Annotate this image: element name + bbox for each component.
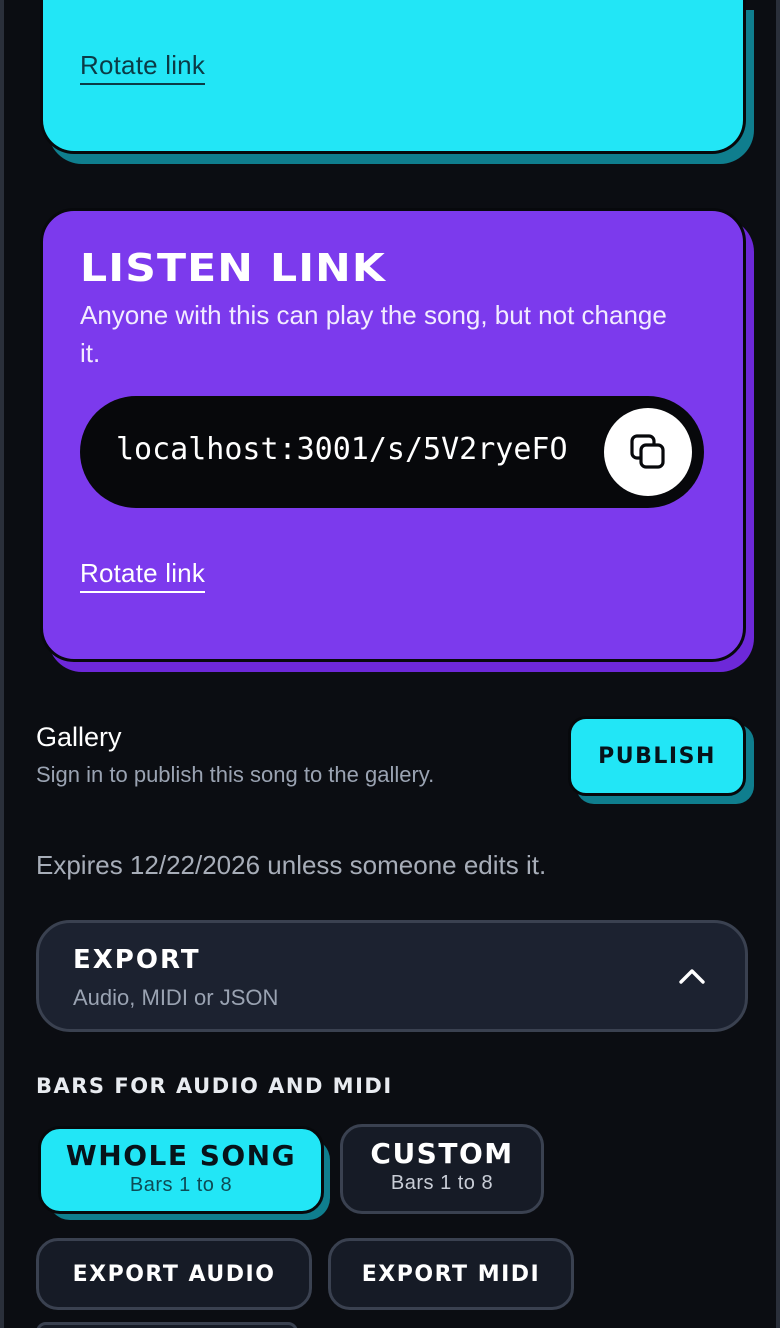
- gallery-title: Gallery: [36, 722, 122, 752]
- expiry-notice: Expires 12/22/2026 unless someone edits …: [36, 850, 547, 880]
- left-rail: [0, 0, 4, 1328]
- export-midi-button[interactable]: EXPORT MIDI: [328, 1238, 574, 1310]
- export-json-button-partial[interactable]: [36, 1322, 298, 1328]
- custom-label: CUSTOM: [370, 1137, 514, 1170]
- export-title: EXPORT: [73, 945, 201, 975]
- publish-button-wrap: PUBLISH: [568, 716, 754, 804]
- chevron-up-icon: [679, 969, 705, 984]
- copy-link-button[interactable]: [604, 408, 692, 496]
- custom-bars: Bars 1 to 8: [390, 1172, 494, 1194]
- publish-button[interactable]: PUBLISH: [568, 716, 746, 796]
- export-accordion-header[interactable]: EXPORT Audio, MIDI or JSON: [36, 920, 748, 1032]
- whole-song-option[interactable]: WHOLE SONG Bars 1 to 8: [38, 1126, 324, 1214]
- export-subtitle: Audio, MIDI or JSON: [73, 985, 279, 1010]
- gallery-subtitle: Sign in to publish this song to the gall…: [36, 762, 435, 787]
- listen-link-description: Anyone with this can play the song, but …: [80, 300, 667, 368]
- custom-bars-option[interactable]: CUSTOM Bars 1 to 8: [340, 1124, 544, 1214]
- rotate-listen-link[interactable]: Rotate link: [80, 558, 206, 593]
- listen-link-title: LISTEN LINK: [80, 246, 387, 290]
- whole-song-label: WHOLE SONG: [65, 1139, 297, 1172]
- listen-url-text: localhost:3001/s/5V2ryeFO: [116, 432, 568, 467]
- bars-heading: BARS FOR AUDIO AND MIDI: [36, 1074, 393, 1098]
- whole-song-bars: Bars 1 to 8: [129, 1174, 233, 1196]
- export-audio-button[interactable]: EXPORT AUDIO: [36, 1238, 312, 1310]
- listen-url-field[interactable]: localhost:3001/s/5V2ryeFO: [80, 396, 704, 508]
- right-scrollbar[interactable]: [776, 0, 780, 1328]
- rotate-edit-link[interactable]: Rotate link: [80, 50, 206, 85]
- copy-icon: [630, 434, 665, 469]
